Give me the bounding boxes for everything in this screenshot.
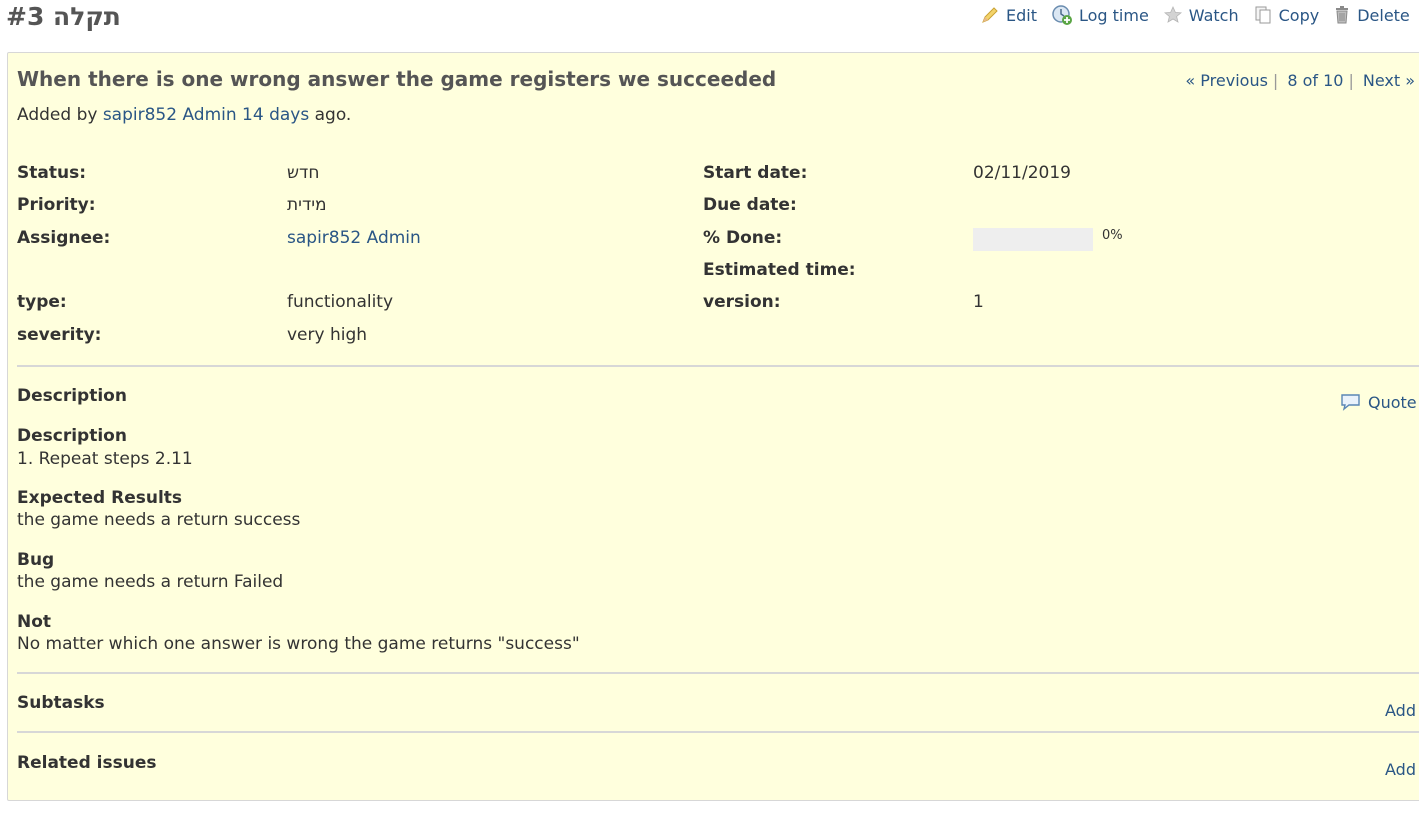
copy-icon (1255, 6, 1271, 24)
bug-heading: Bug (17, 550, 55, 570)
author-suffix: ago. (314, 105, 352, 125)
description-heading: Description (17, 426, 127, 446)
related-issues-title: Related issues (17, 753, 157, 773)
edit-button[interactable]: Edit (980, 5, 1037, 25)
severity-value: very high (287, 325, 368, 345)
issue-subject: When there is one wrong answer the game … (17, 67, 777, 91)
issue-author-line: Added by sapir852 Admin 14 days ago. (17, 105, 351, 125)
pencil-icon (982, 7, 998, 23)
issue-navigation: « Previous | 8 of 10 | Next » (1185, 71, 1415, 90)
edit-label: Edit (1006, 5, 1037, 25)
watch-label: Watch (1188, 5, 1239, 25)
assignee-label: Assignee: (17, 228, 111, 248)
delete-label: Delete (1357, 5, 1410, 25)
author-link[interactable]: sapir852 Admin (103, 105, 237, 125)
expected-results-text: the game needs a return success (17, 510, 301, 530)
note-heading: Not (17, 612, 52, 632)
done-progress-bar (973, 228, 1093, 251)
status-label: Status: (17, 163, 86, 183)
author-prefix: Added by (17, 105, 98, 125)
clock-add-icon (1052, 5, 1072, 25)
delete-button[interactable]: Delete (1333, 5, 1410, 25)
start-date-label: Start date: (703, 163, 808, 183)
version-label: version: (703, 292, 781, 312)
trash-icon (1336, 6, 1349, 24)
done-ratio-value: 0% (1102, 228, 1123, 243)
issue-position-link[interactable]: 8 of 10 (1287, 71, 1343, 90)
nav-separator: | (1272, 71, 1279, 90)
issue-details: When there is one wrong answer the game … (7, 52, 1419, 801)
quote-button[interactable]: Quote (1340, 393, 1417, 412)
start-date-value: 02/11/2019 (973, 163, 1071, 183)
speech-bubble-icon (1341, 394, 1360, 411)
created-age-link[interactable]: 14 days (242, 105, 309, 125)
page-title: תקלה #3 (6, 2, 121, 31)
divider (17, 672, 1419, 674)
version-value: 1 (973, 292, 984, 312)
quote-label: Quote (1368, 393, 1417, 412)
description-text: 1. Repeat steps 2.11 (17, 449, 193, 469)
estimated-time-label: Estimated time: (703, 260, 856, 280)
divider (17, 731, 1419, 733)
type-value: functionality (287, 292, 394, 312)
log-time-label: Log time (1078, 5, 1149, 25)
divider (17, 365, 1419, 367)
subtasks-title: Subtasks (17, 693, 105, 713)
issue-actions: Edit Log time Watch Copy Delete (980, 4, 1419, 26)
add-subtask-link[interactable]: Add (1385, 701, 1416, 720)
previous-link[interactable]: « Previous (1185, 71, 1268, 90)
priority-label: Priority: (17, 195, 96, 215)
note-text: No matter which one answer is wrong the … (17, 634, 580, 654)
due-date-label: Due date: (703, 195, 797, 215)
assignee-link[interactable]: sapir852 Admin (287, 228, 421, 248)
star-icon (1163, 6, 1182, 23)
watch-button[interactable]: Watch (1163, 5, 1239, 25)
done-ratio-label: % Done: (703, 228, 783, 248)
type-label: type: (17, 292, 67, 312)
description-section-title: Description (17, 386, 127, 406)
bug-text: the game needs a return Failed (17, 572, 284, 592)
expected-results-heading: Expected Results (17, 488, 183, 508)
status-value: חדש (287, 163, 320, 183)
priority-value: מידית (287, 195, 327, 215)
copy-button[interactable]: Copy (1253, 5, 1320, 25)
next-link[interactable]: Next » (1363, 71, 1415, 90)
log-time-button[interactable]: Log time (1051, 4, 1149, 26)
severity-label: severity: (17, 325, 102, 345)
add-relation-link[interactable]: Add (1385, 760, 1416, 779)
copy-label: Copy (1278, 5, 1320, 25)
nav-separator: | (1348, 71, 1354, 90)
